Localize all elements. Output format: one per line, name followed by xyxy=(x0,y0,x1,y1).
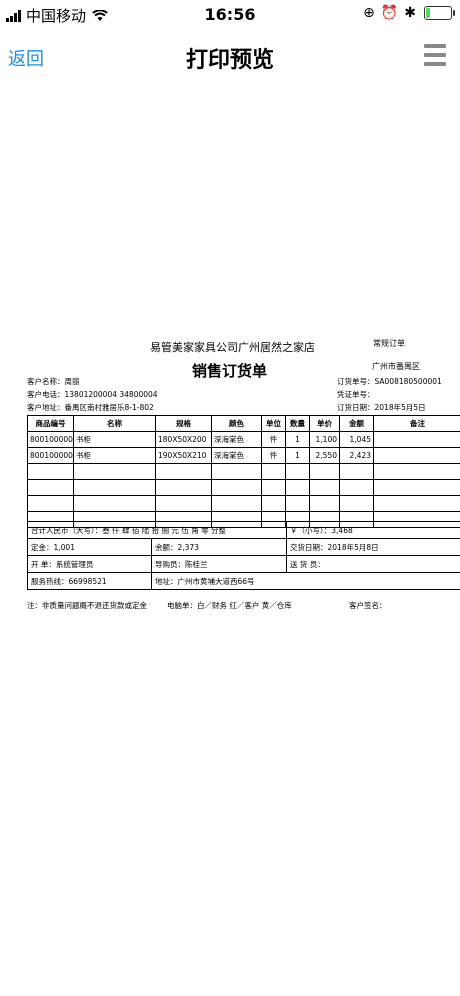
nav-bar: 返回 打印预览 xyxy=(0,30,460,86)
column-header: 单位 xyxy=(261,415,286,432)
alarm-icon: ⏰ xyxy=(380,5,399,21)
page-title: 打印预览 xyxy=(185,48,274,73)
hotline: 服务热线：66998521 xyxy=(27,572,152,590)
item-name: 书柜 xyxy=(73,447,156,464)
order-number: 订货单号：SA008180500001 xyxy=(337,377,442,386)
company-name: 易管美家家具公司广州居然之家店 xyxy=(150,341,315,354)
order-info: 订货单号：SA008180500001 凭证单号： 订货日期：2018年5月5日 xyxy=(337,375,442,414)
totals-table: 合计人民币（大写）：叁 仟 肆 佰 陆 拾 捌 元 伍 角 零 分整 ￥（小写）… xyxy=(26,521,460,590)
item-amount: 2,423 xyxy=(339,447,374,464)
delivery-date: 交货日期：2018年5月8日 xyxy=(286,538,460,556)
table-row xyxy=(27,479,460,496)
courier: 送 货 员： xyxy=(286,555,460,573)
item-code: 8001000004 xyxy=(27,447,74,464)
issuer: 开 单：系统管理员 xyxy=(27,555,152,573)
item-price: 1,100 xyxy=(309,431,340,448)
item-amount: 1,045 xyxy=(339,431,374,448)
item-spec: 180X50X200 xyxy=(155,431,212,448)
table-row xyxy=(27,495,460,512)
customer-name: 客户名称：周丽 xyxy=(27,377,80,386)
column-header: 商品编号 xyxy=(27,415,74,432)
order-date: 订货日期：2018年5月5日 xyxy=(337,403,426,412)
item-name: 书柜 xyxy=(73,431,156,448)
lock-rotation-icon: ⊕ xyxy=(363,5,375,21)
document-type: 常规订单 xyxy=(373,339,405,348)
voucher-number: 凭证单号： xyxy=(337,390,375,399)
status-bar: 中国移动 16:56 ⊕ ⏰ ✱ xyxy=(0,0,460,30)
item-unit: 件 xyxy=(261,447,286,464)
column-header: 规格 xyxy=(155,415,212,432)
totals-row: 合计人民币（大写）：叁 仟 肆 佰 陆 拾 捌 元 伍 角 零 分整 ￥（小写）… xyxy=(26,521,460,539)
balance: 余额：2,373 xyxy=(150,538,288,556)
column-header: 金额 xyxy=(339,415,374,432)
table-row: 8001000004 书柜 190X50X210 深海棠色 件 1 2,550 … xyxy=(27,447,460,464)
status-right: ⊕ ⏰ ✱ xyxy=(357,5,455,21)
bluetooth-icon: ✱ xyxy=(404,5,416,21)
guide: 导购员：陈桂兰 xyxy=(150,555,288,573)
total-uppercase: 合计人民币（大写）：叁 仟 肆 佰 陆 拾 捌 元 伍 角 零 分整 xyxy=(26,521,288,539)
staff-row: 开 单：系统管理员 导购员：陈桂兰 送 货 员： xyxy=(27,555,460,573)
document-title: 销售订货单 xyxy=(192,362,268,380)
note: 注：非质量问题概不退还货款或定金 xyxy=(27,601,147,610)
total-lowercase: ￥（小写）：3,468 xyxy=(286,521,460,539)
items-header-row: 商品编号 名称 规格 颜色 单位 数量 单价 金额 备注 xyxy=(27,415,460,432)
item-code: 8001000003 xyxy=(27,431,74,448)
customer-info: 客户名称：周丽 客户电话：13801200004 34800004 客户地址：番… xyxy=(27,375,158,414)
item-spec: 190X50X210 xyxy=(155,447,212,464)
customer-address: 客户地址：番禺区南村雅居乐8-1-802 xyxy=(27,403,154,412)
table-row xyxy=(27,463,460,480)
column-header: 名称 xyxy=(73,415,156,432)
table-row: 8001000003 书柜 180X50X200 深海棠色 件 1 1,100 … xyxy=(27,431,460,448)
item-unit: 件 xyxy=(261,431,286,448)
contact-row: 服务热线：66998521 地址：广州市黄埔大道西66号 xyxy=(27,572,460,590)
column-header: 备注 xyxy=(373,415,460,432)
column-header: 单价 xyxy=(309,415,340,432)
column-header: 数量 xyxy=(285,415,310,432)
items-table: 商品编号 名称 规格 颜色 单位 数量 单价 金额 备注 8001000003 … xyxy=(27,415,460,528)
copies-note: 电脑单：白／财务 红／客户 黄／仓库 xyxy=(167,601,292,610)
signature-label: 客户签名： xyxy=(349,601,387,610)
item-remark xyxy=(373,431,460,448)
item-remark xyxy=(373,447,460,464)
store-address: 地址：广州市黄埔大道西66号 xyxy=(150,572,460,590)
store-district: 广州市番禺区 xyxy=(372,362,420,371)
deposit: 定金：1,001 xyxy=(27,538,152,556)
item-qty: 1 xyxy=(285,447,310,464)
item-price: 2,550 xyxy=(309,447,340,464)
item-color: 深海棠色 xyxy=(211,447,262,464)
item-qty: 1 xyxy=(285,431,310,448)
hamburger-menu-icon[interactable] xyxy=(424,44,446,68)
item-color: 深海棠色 xyxy=(211,431,262,448)
customer-phone: 客户电话：13801200004 34800004 xyxy=(27,390,158,399)
battery-icon xyxy=(424,6,455,20)
payment-row: 定金：1,001 余额：2,373 交货日期：2018年5月8日 xyxy=(27,538,460,556)
column-header: 颜色 xyxy=(211,415,262,432)
